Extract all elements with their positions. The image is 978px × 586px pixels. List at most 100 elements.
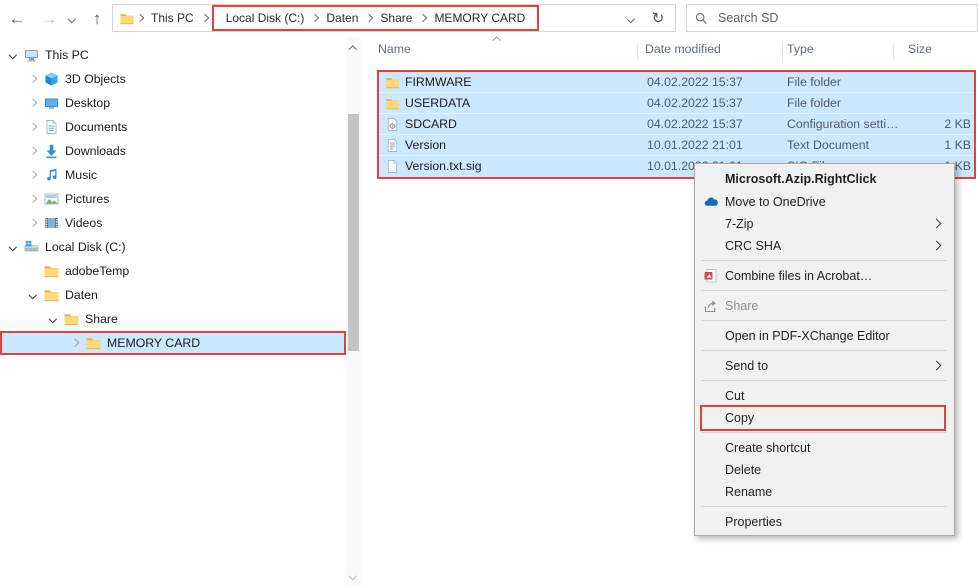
address-dropdown-icon[interactable]	[626, 15, 634, 23]
sidebar-item-local-disk-c[interactable]: Local Disk (C:)	[0, 235, 346, 259]
breadcrumb-segment-local-disk-c[interactable]: Local Disk (C:)	[226, 11, 305, 25]
folder-icon	[43, 263, 60, 279]
menu-separator	[701, 380, 947, 381]
config-file-icon	[385, 117, 400, 132]
file-name: USERDATA	[405, 93, 470, 114]
sidebar-item-adobetemp[interactable]: adobeTemp	[0, 259, 346, 283]
chevron-right-icon[interactable]	[26, 220, 40, 226]
column-header-type[interactable]: Type	[787, 42, 814, 56]
menu-item-open-in-pdf-xchange-editor[interactable]: Open in PDF-XChange Editor	[695, 325, 954, 347]
sidebar-item-desktop[interactable]: Desktop	[0, 91, 346, 115]
back-button[interactable]: ←	[4, 6, 30, 32]
menu-item-label: Properties	[725, 515, 782, 529]
menu-item-copy[interactable]: Copy	[695, 407, 954, 429]
sidebar-item-downloads[interactable]: Downloads	[0, 139, 346, 163]
menu-item-label: CRC SHA	[725, 239, 781, 253]
file-name: Version	[405, 135, 446, 156]
music-note-icon	[43, 167, 60, 183]
menu-item-delete[interactable]: Delete	[695, 459, 954, 481]
menu-item-crc-sha[interactable]: CRC SHA	[695, 235, 954, 257]
menu-item-send-to[interactable]: Send to	[695, 355, 954, 377]
breadcrumb-segment-share[interactable]: Share	[380, 11, 412, 25]
sidebar-item-label: Desktop	[65, 96, 110, 110]
sidebar-item-label: Music	[65, 168, 97, 182]
sidebar-item-label: MEMORY CARD	[107, 336, 200, 350]
chevron-right-icon[interactable]	[26, 100, 40, 106]
sidebar-item-3d-objects[interactable]: 3D Objects	[0, 67, 346, 91]
sidebar-item-daten[interactable]: Daten	[0, 283, 346, 307]
submenu-arrow-icon	[932, 219, 942, 229]
table-row-firmware[interactable]: FIRMWARE04.02.2022 15:37File folder	[379, 72, 974, 93]
submenu-arrow-icon	[932, 361, 942, 371]
menu-item-label: Combine files in Acrobat…	[725, 269, 872, 283]
file-date-modified: 04.02.2022 15:37	[647, 114, 743, 135]
menu-item-rename[interactable]: Rename	[695, 481, 954, 503]
search-input[interactable]	[716, 10, 969, 26]
column-header-date-modified[interactable]: Date modified	[645, 42, 721, 56]
context-menu: Microsoft.Azip.RightClick Move to OneDriv…	[694, 163, 955, 536]
column-divider[interactable]	[893, 43, 894, 60]
menu-item-properties[interactable]: Properties	[695, 511, 954, 533]
table-row-sdcard[interactable]: SDCARD 04.02.2022 15:37 Configuration sett…	[379, 114, 974, 135]
file-name: SDCARD	[405, 114, 457, 135]
column-header-name[interactable]: Name	[378, 42, 411, 56]
file-name: Version.txt.sig	[405, 156, 482, 177]
breadcrumb-segment-daten[interactable]: Daten	[326, 11, 358, 25]
menu-item-move-to-onedrive[interactable]: Move to OneDrive	[695, 191, 954, 213]
sidebar-item-documents[interactable]: Documents	[0, 115, 346, 139]
sidebar-item-label: 3D Objects	[65, 72, 126, 86]
sort-ascending-icon	[493, 37, 501, 45]
chevron-right-icon[interactable]	[26, 124, 40, 130]
search-box[interactable]	[686, 4, 978, 32]
chevron-right-icon[interactable]	[68, 340, 82, 346]
chevron-right-icon[interactable]	[26, 196, 40, 202]
sidebar-item-memory-card[interactable]: MEMORY CARD	[0, 331, 346, 355]
drive-icon	[23, 239, 40, 255]
menu-item-label: Delete	[725, 463, 761, 477]
file-date-modified: 04.02.2022 15:37	[647, 72, 743, 93]
chevron-down-icon[interactable]	[46, 316, 60, 322]
breadcrumb-separator-icon	[200, 14, 208, 22]
text-file-icon	[385, 138, 400, 153]
chevron-down-icon[interactable]	[6, 244, 20, 250]
up-button[interactable]: ↑	[84, 6, 110, 32]
scroll-up-icon[interactable]	[349, 46, 357, 54]
chevron-right-icon[interactable]	[26, 172, 40, 178]
menu-header-microsoft-azip-rightclick: Microsoft.Azip.RightClick	[695, 166, 954, 191]
tree-scrollbar[interactable]	[346, 37, 361, 586]
forward-button[interactable]: →	[36, 6, 62, 32]
file-date-modified: 10.01.2022 21:01	[647, 135, 743, 156]
menu-item-label: Microsoft.Azip.RightClick	[725, 172, 876, 186]
folder-icon	[119, 11, 135, 26]
menu-item-create-shortcut[interactable]: Create shortcut	[695, 437, 954, 459]
menu-item-label: Share	[725, 299, 758, 313]
file-type: File folder	[787, 93, 841, 114]
sidebar-item-pictures[interactable]: Pictures	[0, 187, 346, 211]
chevron-down-icon[interactable]	[6, 52, 20, 58]
breadcrumb-segment-this-pc[interactable]: This PC	[151, 11, 194, 25]
column-header-size[interactable]: Size	[908, 42, 932, 56]
column-divider[interactable]	[637, 43, 638, 60]
table-row-version[interactable]: Version10.01.2022 21:01Text Document1 KB	[379, 135, 974, 156]
menu-item-cut[interactable]: Cut	[695, 385, 954, 407]
sidebar-item-share[interactable]: Share	[0, 307, 346, 331]
sidebar-item-label: Documents	[65, 120, 127, 134]
scrollbar-thumb[interactable]	[348, 114, 359, 351]
sidebar-item-videos[interactable]: Videos	[0, 211, 346, 235]
refresh-button[interactable]: ↻	[641, 4, 676, 32]
sidebar-item-this-pc[interactable]: This PC	[0, 43, 346, 67]
table-row-userdata[interactable]: USERDATA04.02.2022 15:37File folder	[379, 93, 974, 114]
menu-item-7-zip[interactable]: 7-Zip	[695, 213, 954, 235]
breadcrumb-segment-memory-card[interactable]: MEMORY CARD	[434, 11, 525, 25]
address-bar[interactable]: This PC Local Disk (C:) Daten Share MEMORY C…	[112, 4, 642, 32]
sidebar-item-label: adobeTemp	[65, 264, 129, 278]
sidebar-item-music[interactable]: Music	[0, 163, 346, 187]
chevron-right-icon[interactable]	[26, 148, 40, 154]
column-divider[interactable]	[782, 43, 783, 60]
file-type: Configuration setti…	[787, 114, 898, 135]
chevron-down-icon[interactable]	[26, 292, 40, 298]
scroll-down-icon[interactable]	[349, 571, 357, 579]
recent-locations-button[interactable]	[62, 6, 82, 32]
chevron-right-icon[interactable]	[26, 76, 40, 82]
menu-item-combine-files-in-acrobat[interactable]: Combine files in Acrobat…	[695, 265, 954, 287]
